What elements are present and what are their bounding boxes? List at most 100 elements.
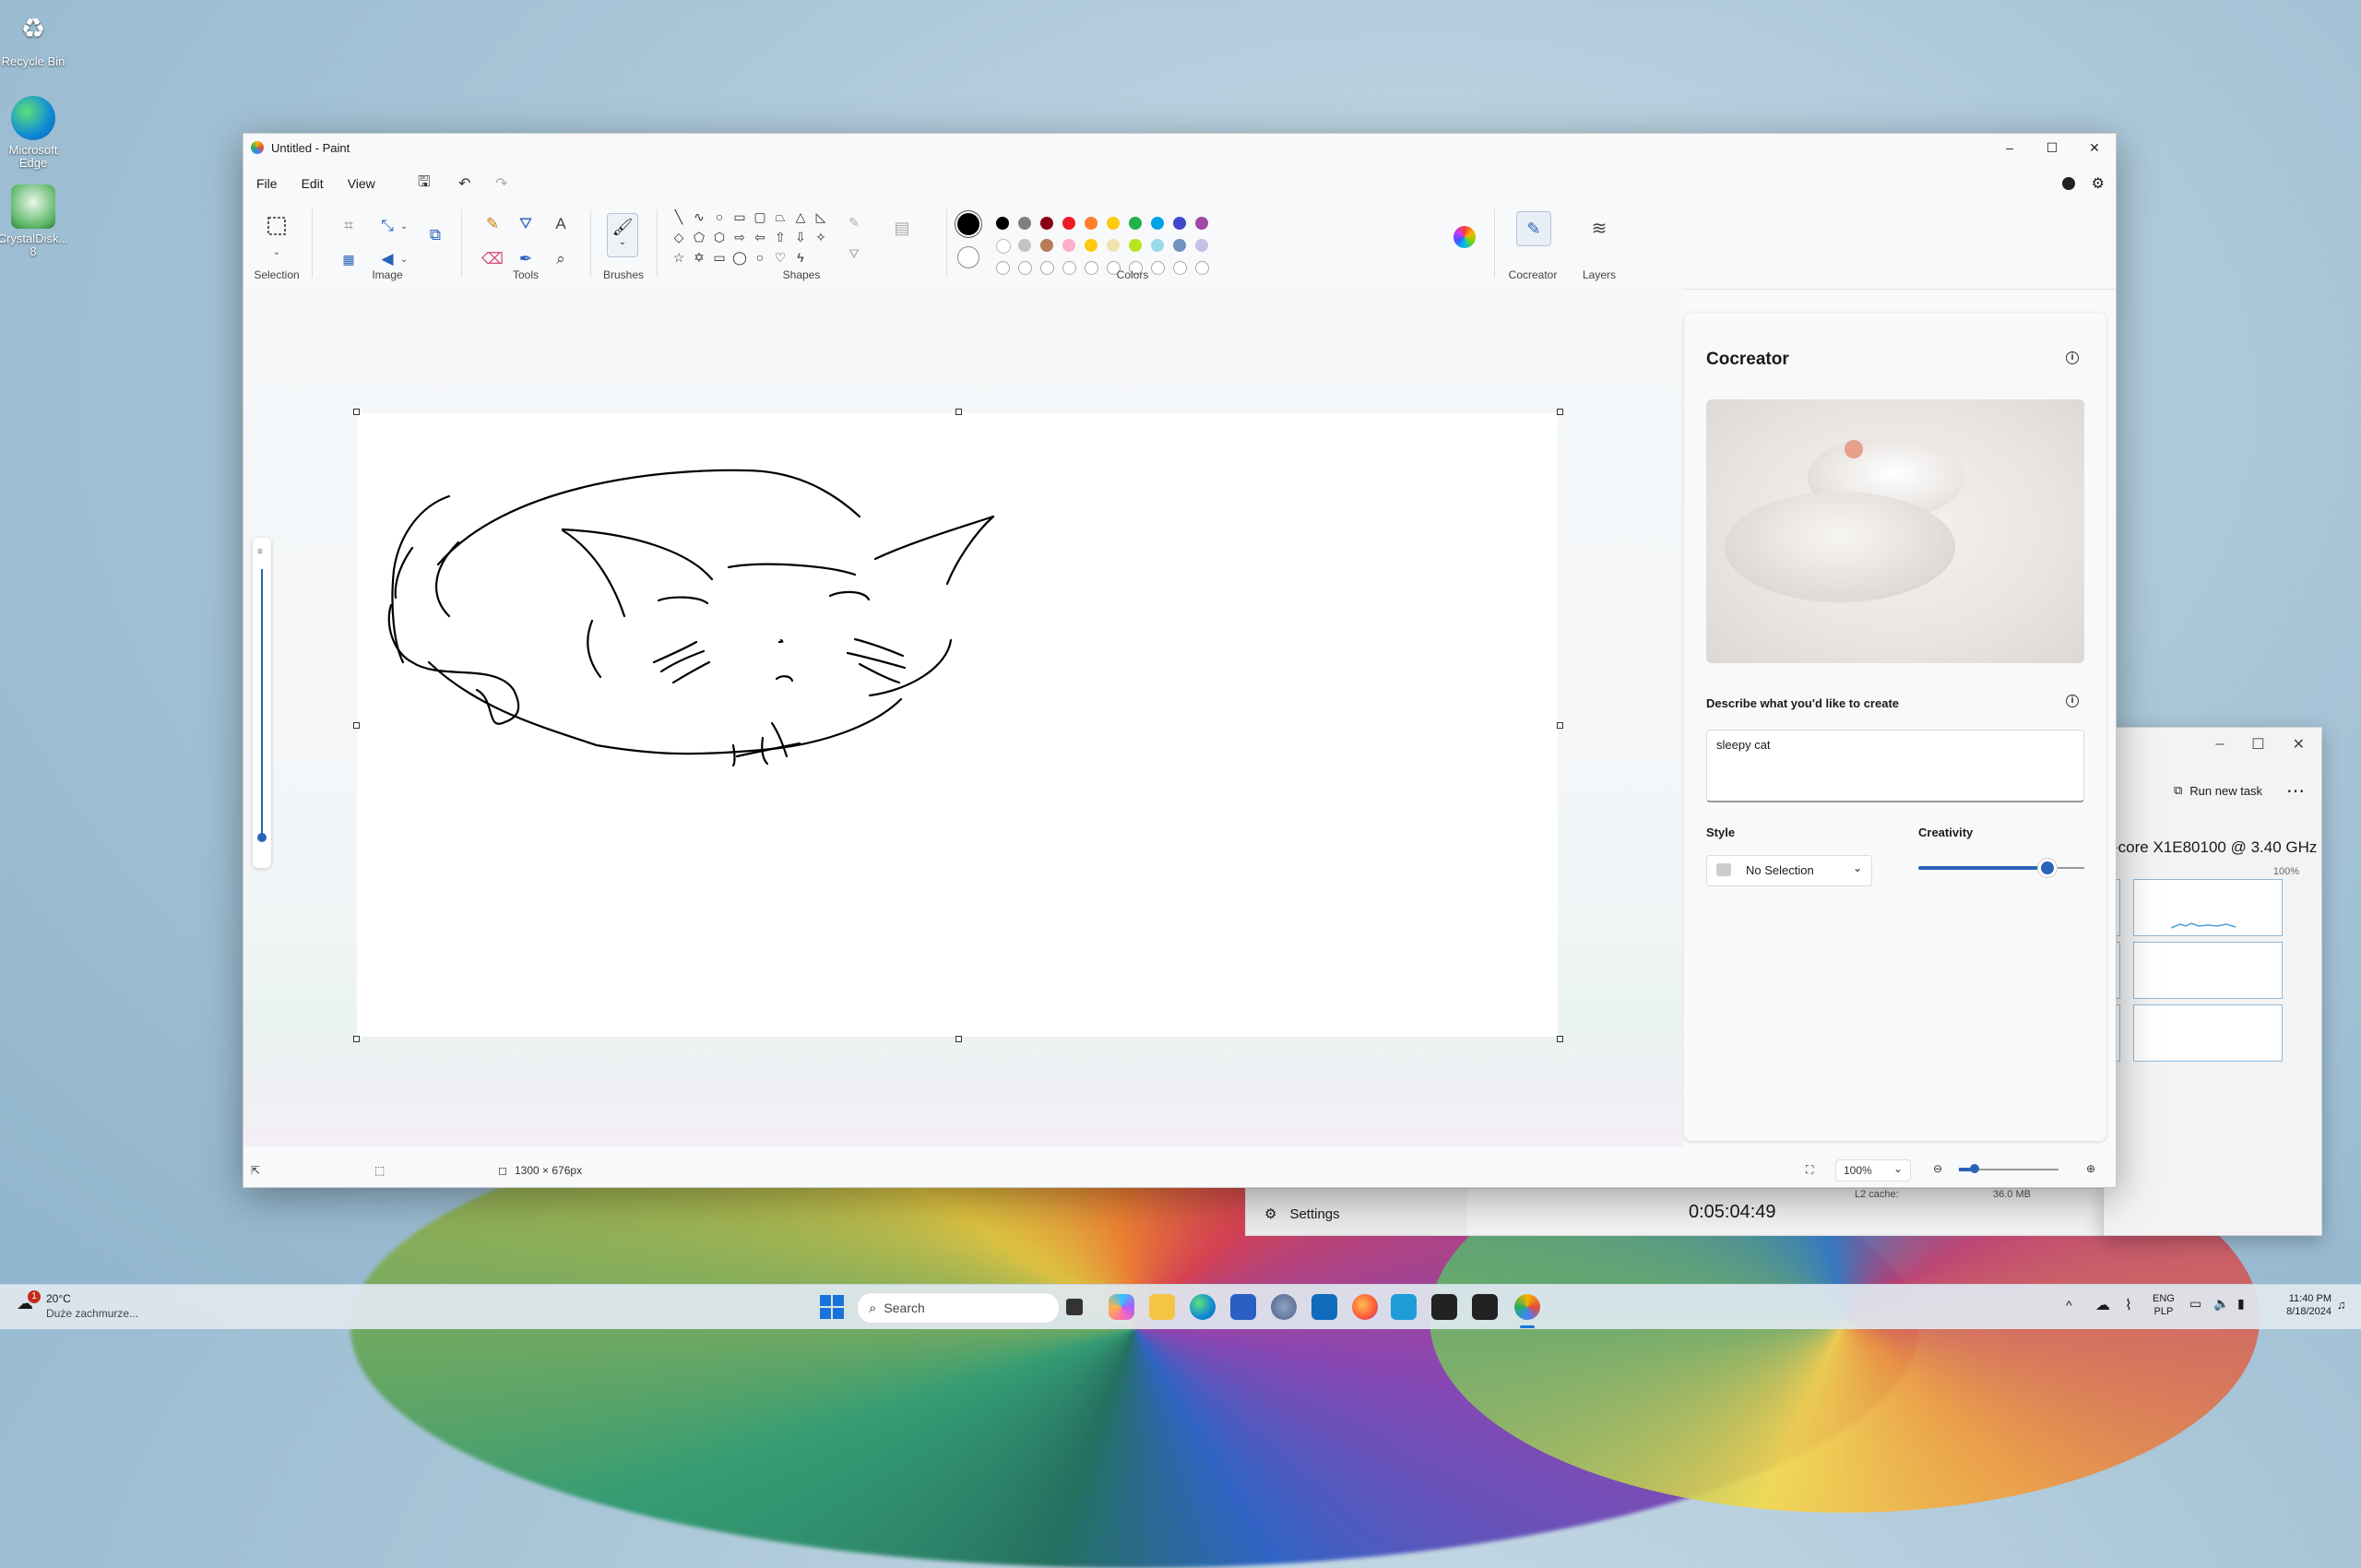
menu-edit[interactable]: Edit bbox=[291, 176, 335, 191]
display-icon[interactable]: ▭ bbox=[2189, 1296, 2201, 1312]
shape-gallery-icon[interactable]: ▤ bbox=[893, 219, 911, 238]
seven-zip-icon-2[interactable] bbox=[1472, 1294, 1498, 1320]
copilot-icon[interactable] bbox=[1109, 1294, 1134, 1320]
magnifier-icon[interactable]: ⌕ bbox=[550, 248, 572, 270]
sticky-app-icon[interactable] bbox=[1391, 1294, 1417, 1320]
crop-icon[interactable]: ⌗ bbox=[338, 215, 360, 237]
four-point-star-shape-icon[interactable]: ✧ bbox=[812, 230, 830, 245]
pencil-icon[interactable]: ✎ bbox=[481, 213, 504, 235]
rectangle-shape-icon[interactable]: ▭ bbox=[730, 209, 749, 225]
color-swatch[interactable] bbox=[1173, 217, 1186, 230]
color-swatch[interactable] bbox=[1018, 239, 1031, 252]
maximize-icon[interactable]: ☐ bbox=[2251, 735, 2264, 754]
minimize-icon[interactable]: – bbox=[2215, 736, 2224, 753]
run-new-task-button[interactable]: ⧉ Run new task bbox=[2174, 783, 2262, 798]
callout-oval-shape-icon[interactable]: ◯ bbox=[730, 250, 749, 266]
prompt-input[interactable]: sleepy cat bbox=[1706, 730, 2084, 802]
rounded-rectangle-shape-icon[interactable]: ▢ bbox=[751, 209, 769, 225]
brushes-button[interactable]: 🖌 ⌄ bbox=[607, 213, 638, 257]
resize-handle[interactable] bbox=[1557, 1036, 1563, 1042]
line-shape-icon[interactable]: ╲ bbox=[670, 209, 688, 225]
close-icon[interactable]: ✕ bbox=[2293, 735, 2305, 754]
down-arrow-shape-icon[interactable]: ⇩ bbox=[791, 230, 810, 245]
menu-file[interactable]: File bbox=[245, 176, 289, 191]
edit-colors-icon[interactable] bbox=[1453, 226, 1476, 248]
lightning-shape-icon[interactable]: ϟ bbox=[791, 250, 810, 265]
resize-handle[interactable] bbox=[1557, 722, 1563, 729]
file-explorer-icon[interactable] bbox=[1149, 1294, 1175, 1320]
more-options-icon[interactable]: ⋯ bbox=[2286, 779, 2305, 802]
close-button[interactable]: ✕ bbox=[2073, 134, 2116, 161]
desktop-icon-recycle-bin[interactable]: ♻ Recycle Bin bbox=[0, 7, 72, 68]
cocreator-button[interactable]: ✎ bbox=[1516, 211, 1551, 246]
color-swatch[interactable] bbox=[1195, 217, 1208, 230]
color-swatch[interactable] bbox=[1129, 239, 1142, 252]
notification-bell-icon[interactable]: ♫ bbox=[2337, 1298, 2346, 1312]
zoom-slider[interactable] bbox=[1959, 1164, 2058, 1173]
right-arrow-shape-icon[interactable]: ⇨ bbox=[730, 230, 749, 245]
color-swatch[interactable] bbox=[1040, 239, 1053, 252]
six-point-star-shape-icon[interactable]: ✡ bbox=[690, 250, 708, 266]
color-swatch[interactable] bbox=[1195, 239, 1208, 252]
generated-image[interactable] bbox=[1706, 399, 2084, 663]
color-swatch[interactable] bbox=[1062, 239, 1075, 252]
creativity-slider[interactable] bbox=[1918, 861, 2084, 875]
settings-gear-icon[interactable]: ⚙ bbox=[2092, 174, 2105, 193]
eraser-icon[interactable]: ⌫ bbox=[481, 248, 504, 270]
outline-icon[interactable]: ✎ bbox=[845, 215, 863, 231]
slider-thumb[interactable] bbox=[257, 833, 267, 842]
fill-style-icon[interactable]: ⛛ bbox=[845, 246, 863, 262]
pentagon-shape-icon[interactable]: ⬠ bbox=[690, 230, 708, 245]
slider-thumb[interactable] bbox=[2041, 861, 2055, 874]
color-swatch[interactable] bbox=[1040, 217, 1053, 230]
clock[interactable]: 11:40 PM 8/18/2024 bbox=[2267, 1292, 2331, 1318]
color-swatch[interactable] bbox=[1151, 239, 1164, 252]
resize-handle[interactable] bbox=[1557, 409, 1563, 415]
menu-view[interactable]: View bbox=[337, 176, 386, 191]
secondary-color[interactable] bbox=[957, 246, 979, 268]
weather-widget[interactable]: ☁ 1 20°C Duże zachmurze... bbox=[17, 1290, 164, 1324]
resize-handle[interactable] bbox=[955, 409, 962, 415]
resize-handle[interactable] bbox=[353, 1036, 360, 1042]
seven-zip-icon[interactable] bbox=[1431, 1294, 1457, 1320]
desktop-icon-edge[interactable]: Microsoft Edge bbox=[0, 96, 72, 170]
resize-handle[interactable] bbox=[353, 722, 360, 729]
info-icon[interactable]: i bbox=[2066, 695, 2079, 707]
taskbar-search[interactable]: ⌕ Search bbox=[857, 1292, 1060, 1324]
minimize-button[interactable]: – bbox=[1988, 134, 2031, 161]
curve-shape-icon[interactable]: ∿ bbox=[690, 209, 708, 225]
select-rectangle-icon[interactable] bbox=[264, 213, 290, 239]
slider-thumb[interactable] bbox=[1970, 1164, 1979, 1173]
color-swatch[interactable] bbox=[1018, 217, 1031, 230]
start-button[interactable] bbox=[820, 1295, 844, 1319]
heart-shape-icon[interactable]: ♡ bbox=[771, 250, 789, 266]
polygon-shape-icon[interactable]: ⏢ bbox=[771, 209, 789, 225]
callout-cloud-shape-icon[interactable]: ○ bbox=[751, 250, 769, 265]
zoom-dropdown[interactable]: 100% ⌄ bbox=[1835, 1159, 1911, 1182]
chevron-down-icon[interactable]: ⌄ bbox=[393, 248, 415, 270]
fill-icon[interactable]: ⛛ bbox=[515, 213, 537, 235]
resize-handle[interactable] bbox=[955, 1036, 962, 1042]
background-removal-icon[interactable]: ⧉ bbox=[424, 224, 446, 246]
color-swatch[interactable] bbox=[1062, 217, 1075, 230]
task-manager-settings[interactable]: ⚙ Settings bbox=[1264, 1206, 1340, 1223]
style-dropdown[interactable]: No Selection ⌄ bbox=[1706, 855, 1872, 886]
right-triangle-shape-icon[interactable]: ◺ bbox=[812, 209, 830, 225]
layers-icon[interactable]: ≋ bbox=[1588, 217, 1610, 239]
zoom-out-icon[interactable]: ⊖ bbox=[1933, 1162, 1942, 1175]
zoom-in-icon[interactable]: ⊕ bbox=[2086, 1162, 2095, 1175]
maximize-button[interactable]: ☐ bbox=[2031, 134, 2073, 161]
color-swatch[interactable] bbox=[1107, 217, 1120, 230]
onedrive-icon[interactable]: ☁ bbox=[2095, 1296, 2110, 1314]
firefox-icon[interactable] bbox=[1352, 1294, 1378, 1320]
triangle-shape-icon[interactable]: △ bbox=[791, 209, 810, 225]
store-icon[interactable] bbox=[1230, 1294, 1256, 1320]
language-indicator[interactable]: ENG PLP bbox=[2153, 1292, 2175, 1318]
task-view-icon[interactable] bbox=[1066, 1299, 1083, 1315]
paint-taskbar-icon[interactable] bbox=[1514, 1294, 1540, 1320]
image-effects-icon[interactable]: ▦ bbox=[338, 248, 360, 270]
redo-icon[interactable]: ↷ bbox=[488, 174, 516, 193]
chevron-down-icon[interactable]: ⌄ bbox=[393, 215, 415, 237]
up-arrow-shape-icon[interactable]: ⇧ bbox=[771, 230, 789, 245]
color-swatch[interactable] bbox=[1129, 217, 1142, 230]
